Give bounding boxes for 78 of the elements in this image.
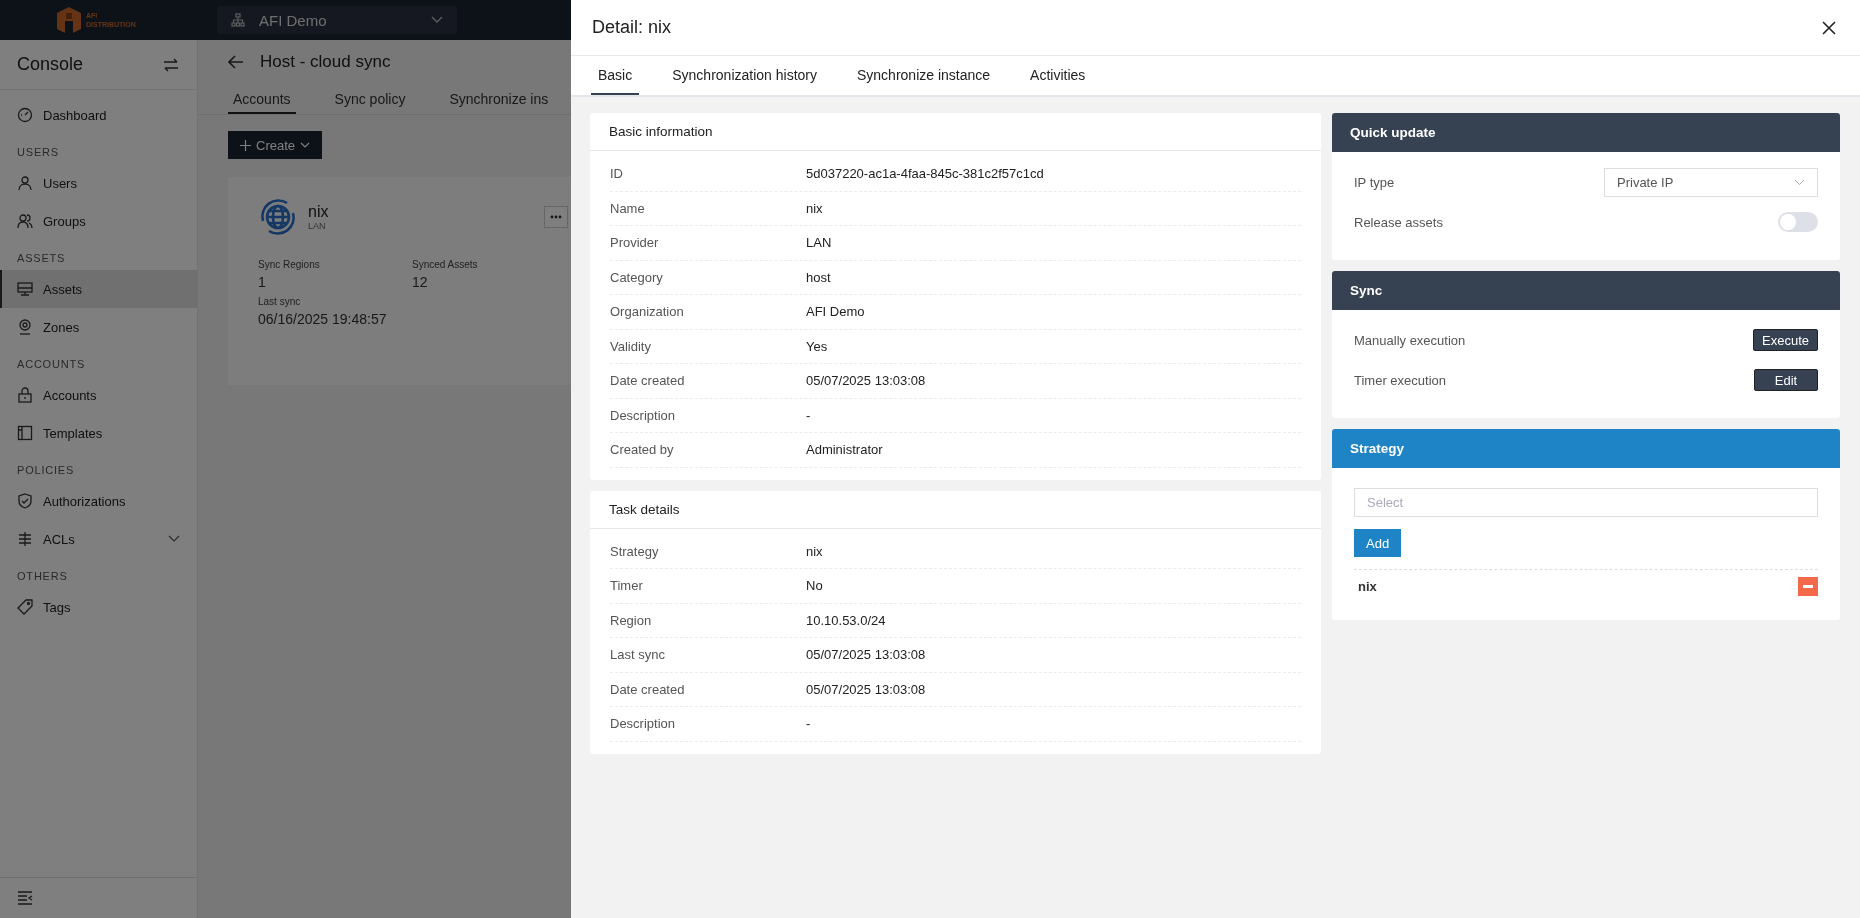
panel-title: Sync	[1350, 283, 1383, 298]
section-heading: POLICIES	[16, 463, 76, 478]
field-value: Administrator	[806, 442, 883, 458]
field-label: Validity	[610, 338, 652, 354]
stat-label: Synced Assets	[412, 259, 479, 270]
tab[interactable]: Accounts	[228, 83, 296, 114]
action-button[interactable]: Execute	[1753, 329, 1818, 351]
panel-title: Strategy	[1350, 441, 1405, 456]
field-label: Created by	[610, 442, 675, 458]
field-label: Release assets	[1354, 214, 1443, 230]
stat-value: 1	[258, 274, 267, 290]
section-heading: ASSETS	[16, 251, 67, 266]
field-label: Strategy	[610, 543, 660, 559]
stat-label: Last sync	[258, 296, 302, 307]
field-label: IP type	[1354, 174, 1395, 190]
sidebar-item[interactable]: Assets	[0, 270, 197, 308]
strategy-name: nix	[1358, 578, 1377, 594]
field-label: Last sync	[610, 647, 666, 663]
section-heading: OTHERS	[16, 569, 69, 584]
sidebar-item[interactable]: Accounts	[0, 376, 197, 414]
tab[interactable]: Synchronize instance	[850, 56, 998, 95]
sidebar-item[interactable]: Zones	[0, 308, 197, 346]
field-label: Name	[610, 200, 646, 216]
field-value: 05/07/2025 13:03:08	[806, 373, 926, 389]
stat-label: Sync Regions	[258, 259, 321, 270]
field-label: Date created	[610, 681, 686, 697]
field-value: nix	[806, 543, 823, 559]
field-value: Yes	[806, 338, 828, 354]
field-label: Provider	[610, 235, 660, 251]
organization-selector[interactable]: AFI Demo	[217, 6, 457, 34]
ip-type-select[interactable]: Private IP	[1604, 167, 1818, 197]
field-value: 05/07/2025 13:03:08	[806, 681, 926, 697]
field-label: Category	[610, 269, 664, 285]
field-value: host	[806, 269, 831, 285]
action-button[interactable]: Edit	[1754, 369, 1818, 391]
tab[interactable]: Basic	[591, 56, 640, 95]
section-heading: ACCOUNTS	[16, 357, 87, 372]
sidebar-item[interactable]: Dashboard	[0, 96, 197, 134]
panel-title: Task details	[609, 501, 680, 517]
tab[interactable]: Synchronize ins	[444, 83, 554, 114]
field-label: Region	[610, 612, 653, 628]
sidebar-item[interactable]: Groups	[0, 202, 197, 240]
section-heading: USERS	[16, 145, 60, 160]
field-value: LAN	[806, 235, 832, 251]
field-value: 10.10.53.0/24	[806, 612, 886, 628]
field-value: 05/07/2025 13:03:08	[806, 647, 926, 663]
field-value: -	[806, 716, 811, 732]
panel-title: Basic information	[609, 124, 713, 139]
sidebar-item[interactable]: Tags	[0, 588, 197, 626]
sidebar-item[interactable]: Users	[0, 164, 197, 202]
field-label: Timer	[610, 578, 644, 594]
sidebar-item[interactable]: Templates	[0, 414, 197, 452]
panel-title: Quick update	[1350, 125, 1436, 140]
card-subtitle: LAN	[308, 221, 327, 231]
stat-value: 12	[412, 274, 429, 290]
field-label: Manually execution	[1354, 332, 1466, 348]
field-value: -	[806, 407, 811, 423]
tab[interactable]: Activities	[1023, 56, 1093, 95]
tab[interactable]: Sync policy	[329, 83, 411, 114]
field-value: No	[806, 578, 823, 594]
field-value: AFI Demo	[806, 304, 865, 320]
sidebar-title: Console	[17, 54, 84, 75]
stat-value: 06/16/2025 19:48:57	[258, 311, 388, 327]
card-title: nix	[308, 203, 329, 221]
sidebar-item[interactable]: Authorizations	[0, 482, 197, 520]
strategy-select[interactable]: Select	[1354, 488, 1818, 517]
create-button[interactable]: Create	[228, 131, 323, 159]
field-label: Description	[610, 716, 677, 732]
tab[interactable]: Synchronization history	[665, 56, 824, 95]
field-value: 5d037220-ac1a-4faa-845c-381c2f57c1cd	[806, 166, 1044, 182]
sidebar-item[interactable]: ACLs	[0, 520, 197, 558]
add-button[interactable]: Add	[1354, 529, 1402, 557]
field-label: Organization	[610, 304, 685, 320]
field-value: nix	[806, 200, 823, 216]
field-label: Timer execution	[1354, 372, 1446, 388]
page-title: Host - cloud sync	[260, 51, 391, 72]
field-label: Description	[610, 407, 677, 423]
drawer-title: Detail: nix	[592, 17, 672, 38]
